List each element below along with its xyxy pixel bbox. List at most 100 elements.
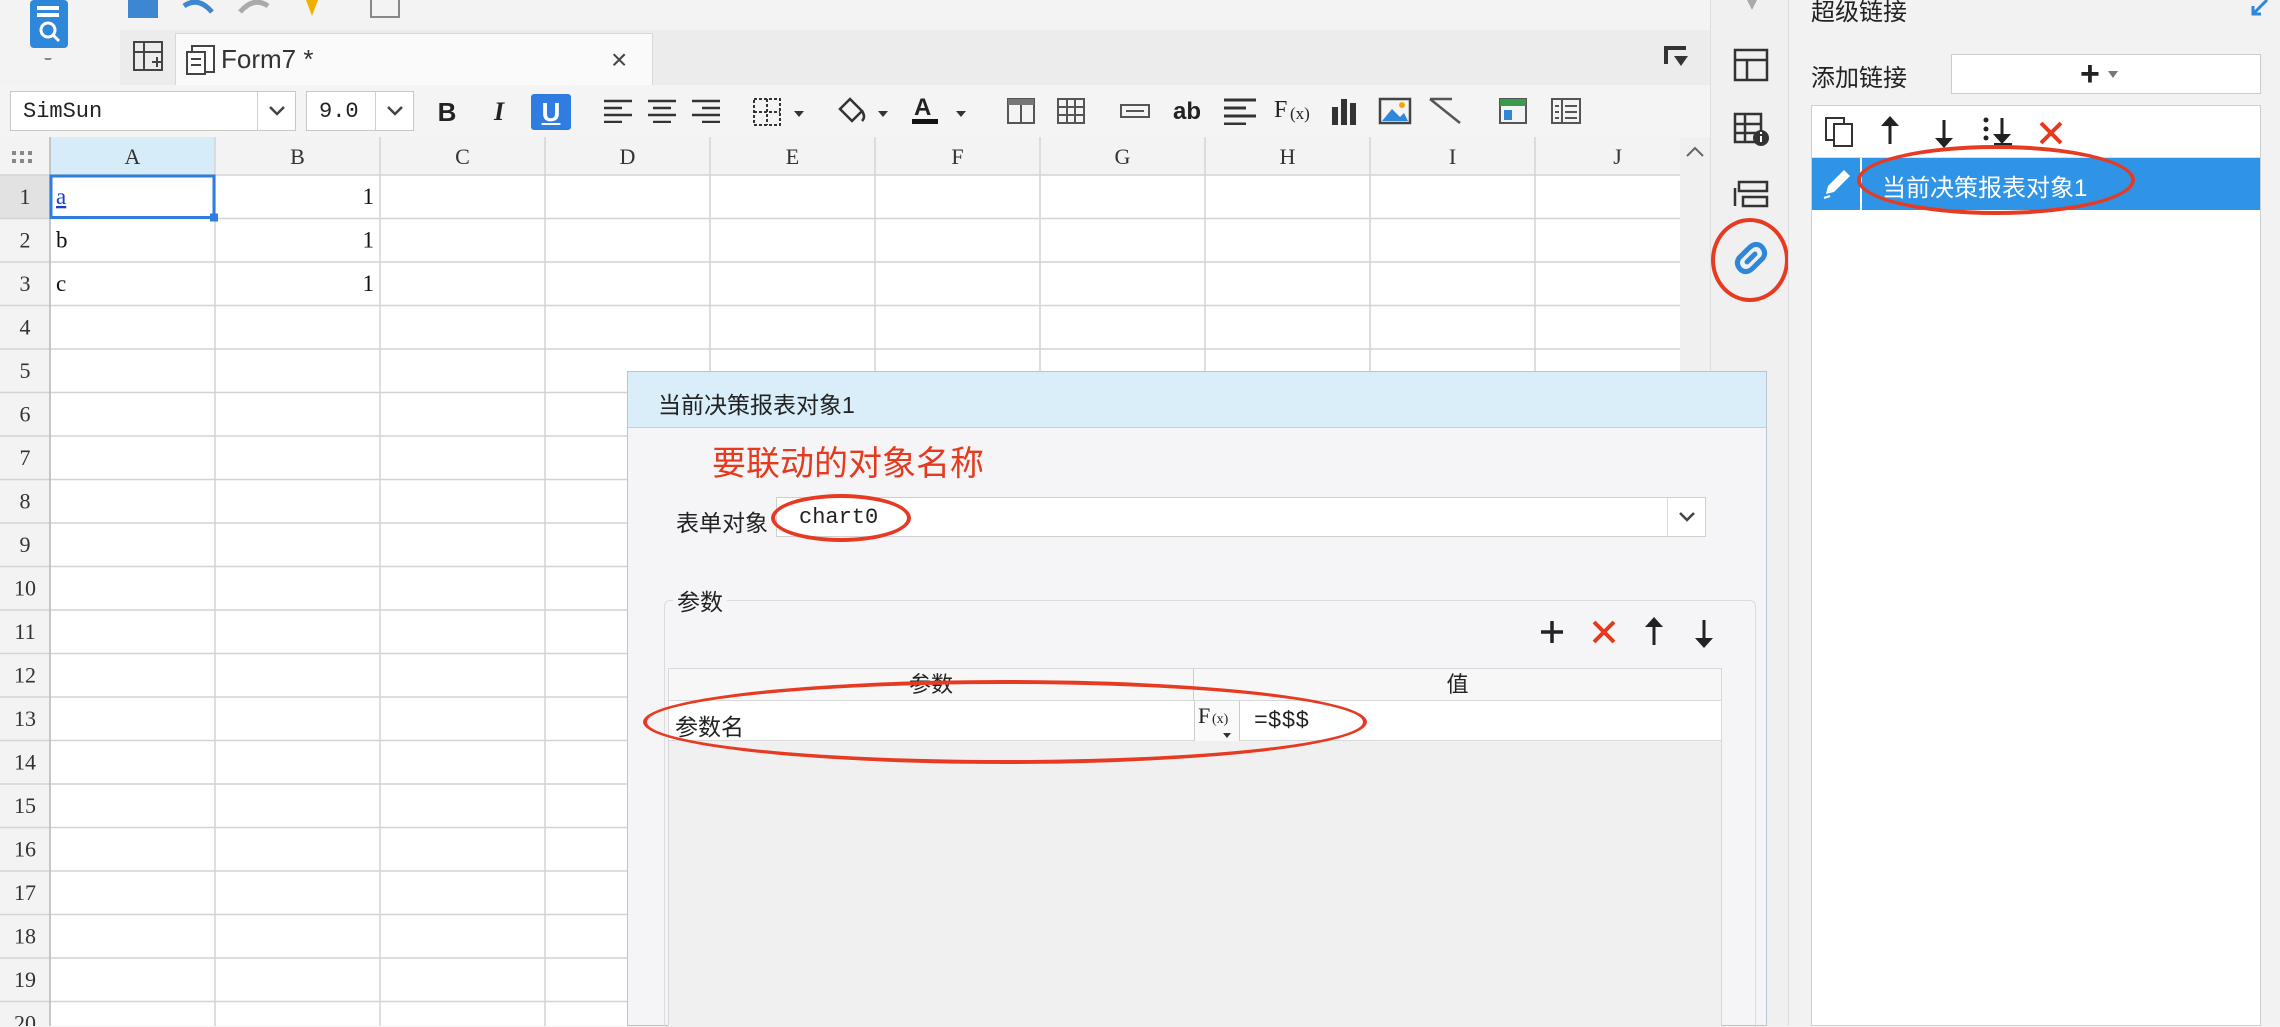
pin-icon[interactable] [2249, 0, 2271, 18]
new-form-icon[interactable] [132, 40, 166, 74]
bold-button[interactable]: B [432, 94, 462, 130]
row-header-12[interactable]: 12 [14, 663, 36, 688]
chevron-down-icon[interactable] [375, 92, 413, 130]
selection-border [49, 174, 216, 219]
main-toolbar [0, 0, 1710, 60]
chart-icon[interactable] [1330, 97, 1360, 125]
form-object-select[interactable]: chart0 [776, 497, 1706, 537]
fill-handle[interactable] [210, 213, 218, 222]
param-up-icon[interactable] [1642, 617, 1666, 647]
report-icon[interactable] [1550, 97, 1582, 125]
row-header-7[interactable]: 7 [20, 445, 31, 470]
underline-button[interactable]: U [531, 94, 571, 130]
hyperlink-dialog: 当前决策报表对象1 要联动的对象名称 表单对象 chart0 参数 参数 值 参… [627, 371, 1767, 1027]
cell-a1[interactable]: a [56, 184, 66, 209]
row-header-11[interactable]: 11 [14, 619, 35, 644]
row-header-5[interactable]: 5 [20, 358, 31, 383]
border-icon[interactable] [752, 97, 810, 127]
column-header-c[interactable]: C [455, 144, 470, 169]
preview-icon[interactable] [370, 0, 400, 18]
add-param-icon[interactable] [1538, 618, 1566, 646]
image-icon[interactable] [1378, 97, 1412, 125]
slash-icon[interactable] [1428, 95, 1464, 127]
delete-param-icon[interactable] [1590, 618, 1618, 646]
tab-form7[interactable]: Form7 * × [175, 33, 653, 85]
row-header-19[interactable]: 19 [14, 967, 36, 992]
split-cells-icon[interactable] [1056, 97, 1086, 125]
cell-b2[interactable]: 1 [363, 228, 375, 253]
row-header-18[interactable]: 18 [14, 924, 36, 949]
row-header-20[interactable]: 20 [14, 1011, 36, 1027]
cell-a3[interactable]: c [56, 271, 66, 296]
font-color-icon[interactable]: A [912, 93, 972, 127]
row-header-3[interactable]: 3 [20, 271, 31, 296]
cell-b1[interactable]: 1 [363, 184, 375, 209]
row-header-16[interactable]: 16 [14, 837, 36, 862]
chevron-down-icon[interactable] [1667, 498, 1705, 536]
delete-icon[interactable] [2038, 120, 2064, 146]
font-size-select[interactable]: 9.0 [306, 91, 414, 131]
add-link-button[interactable]: + [1951, 54, 2261, 94]
hyperlink-list: 当前决策报表对象1 [1811, 105, 2261, 1026]
cell-properties-icon[interactable] [1733, 112, 1771, 148]
rich-text-icon[interactable] [1224, 97, 1256, 125]
row-header-10[interactable]: 10 [14, 576, 36, 601]
merge-cells-icon[interactable] [1006, 97, 1036, 125]
edit-icon[interactable] [1812, 158, 1862, 210]
add-link-label: 添加链接 [1811, 65, 1907, 92]
expand-arrow-icon[interactable] [1745, 0, 1759, 16]
column-header-g[interactable]: G [1115, 144, 1131, 169]
fill-color-icon[interactable] [834, 95, 894, 127]
column-header-b[interactable]: B [290, 144, 305, 169]
column-header-i[interactable]: I [1449, 144, 1456, 169]
sort-icon[interactable] [1982, 116, 2016, 146]
move-down-icon[interactable] [1932, 118, 1956, 148]
italic-button[interactable]: I [484, 94, 514, 130]
row-header-13[interactable]: 13 [14, 706, 36, 731]
column-header-d[interactable]: D [620, 144, 636, 169]
template-icon[interactable] [22, 0, 82, 60]
text-label-button[interactable]: ab [1170, 94, 1204, 130]
hyperlink-icon[interactable] [1731, 238, 1771, 278]
copy-icon[interactable] [1824, 116, 1856, 148]
column-header-h[interactable]: H [1280, 144, 1296, 169]
close-tab-button[interactable]: × [611, 44, 627, 76]
row-header-2[interactable]: 2 [20, 228, 31, 253]
cell-a2[interactable]: b [56, 228, 68, 253]
widget-settings-icon[interactable] [1733, 178, 1771, 210]
hyperlink-panel: 超级链接 添加链接 + 当前决策报表对象1 [1788, 0, 2280, 1026]
text-field-icon[interactable] [1120, 103, 1150, 119]
row-header-14[interactable]: 14 [14, 750, 36, 775]
brush-icon[interactable] [300, 0, 330, 18]
chevron-down-icon[interactable] [257, 92, 295, 130]
align-left-icon[interactable] [604, 99, 632, 123]
row-header-8[interactable]: 8 [20, 489, 31, 514]
row-header-6[interactable]: 6 [20, 402, 31, 427]
highlight-ellipse [643, 680, 1367, 764]
align-center-icon[interactable] [648, 99, 676, 123]
scroll-up-icon[interactable] [1684, 143, 1706, 159]
column-header-a[interactable]: A [125, 144, 141, 169]
column-header-j[interactable]: J [1613, 144, 1622, 169]
svg-text:A: A [914, 94, 931, 121]
layout-panel-icon[interactable] [1733, 48, 1769, 82]
column-header-f[interactable]: F [951, 144, 963, 169]
row-header-4[interactable]: 4 [20, 315, 31, 340]
row-header-17[interactable]: 17 [14, 880, 36, 905]
font-family-select[interactable]: SimSun [10, 91, 296, 131]
redo-icon[interactable] [234, 0, 274, 20]
widget-icon[interactable] [1498, 97, 1528, 125]
row-header-15[interactable]: 15 [14, 793, 36, 818]
row-header-9[interactable]: 9 [20, 532, 31, 557]
formula-icon[interactable]: F (x) [1274, 93, 1312, 127]
align-right-icon[interactable] [692, 99, 720, 123]
undo-icon[interactable] [178, 0, 218, 20]
row-header-1[interactable]: 1 [20, 184, 31, 209]
move-up-icon[interactable] [1878, 116, 1902, 146]
column-header-e[interactable]: E [786, 144, 799, 169]
param-down-icon[interactable] [1692, 618, 1716, 648]
collapse-panel-icon[interactable] [1662, 44, 1692, 70]
save-icon[interactable] [128, 0, 158, 18]
cell-b3[interactable]: 1 [363, 271, 375, 296]
svg-text:(x): (x) [1290, 104, 1310, 123]
